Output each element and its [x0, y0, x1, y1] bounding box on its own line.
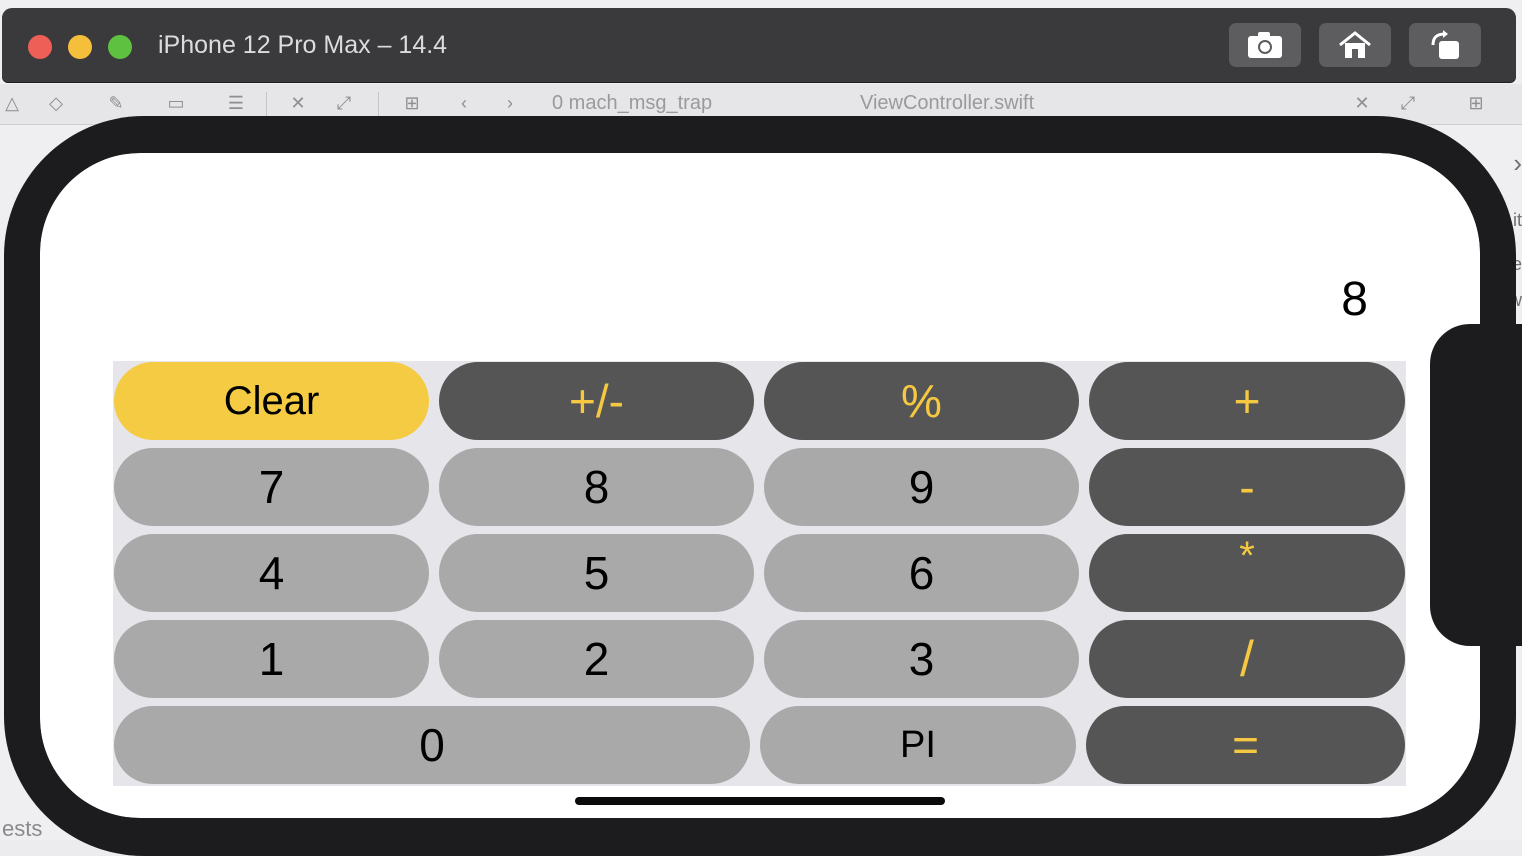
equals-button[interactable]: =	[1086, 706, 1405, 784]
bottom-text: ests	[2, 816, 43, 841]
rotate-button[interactable]	[1409, 23, 1481, 67]
home-icon	[1339, 31, 1371, 58]
sidebar-text: it	[1513, 210, 1522, 230]
rotate-icon	[1431, 30, 1459, 59]
zoom-window-button[interactable]	[108, 35, 132, 59]
close-window-button[interactable]	[28, 35, 52, 59]
digit-7-button[interactable]: 7	[114, 448, 429, 526]
camera-icon	[1248, 32, 1282, 58]
digit-1-button[interactable]: 1	[114, 620, 429, 698]
digit-5-button[interactable]: 5	[439, 534, 754, 612]
grid-icon[interactable]: ⊞	[400, 92, 424, 114]
divide-button[interactable]: /	[1089, 620, 1405, 698]
digit-9-button[interactable]: 9	[764, 448, 1079, 526]
breakpoint-icon[interactable]: ◇	[44, 92, 68, 114]
multiply-button[interactable]: *	[1089, 534, 1405, 612]
digit-4-button[interactable]: 4	[114, 534, 429, 612]
minimize-window-button[interactable]	[68, 35, 92, 59]
digit-0-button[interactable]: 0	[114, 706, 750, 784]
pi-button[interactable]: PI	[760, 706, 1076, 784]
back-chevron-icon[interactable]: ‹	[452, 92, 476, 114]
home-indicator[interactable]	[575, 797, 945, 805]
file-tab[interactable]: ViewController.swift	[860, 92, 1034, 115]
forward-chevron-icon[interactable]: ›	[498, 92, 522, 114]
warning-icon[interactable]: △	[0, 92, 24, 114]
home-button[interactable]	[1319, 23, 1391, 67]
expand-icon-right[interactable]: ⤢	[1396, 92, 1420, 114]
expand-icon[interactable]: ⤢	[332, 92, 356, 114]
spray-icon[interactable]: ✎	[104, 92, 128, 114]
list-icon[interactable]: ☰	[224, 92, 248, 114]
toolbar-divider	[378, 92, 379, 116]
screenshot-button[interactable]	[1229, 23, 1301, 67]
digit-2-button[interactable]: 2	[439, 620, 754, 698]
grid-icon-right[interactable]: ⊞	[1464, 92, 1488, 114]
digit-8-button[interactable]: 8	[439, 448, 754, 526]
plus-button[interactable]: +	[1089, 362, 1405, 440]
stack-tab[interactable]: 0 mach_msg_trap	[552, 92, 712, 115]
window-title: iPhone 12 Pro Max – 14.4	[158, 31, 448, 59]
digit-6-button[interactable]: 6	[764, 534, 1079, 612]
sign-toggle-button[interactable]: +/-	[439, 362, 754, 440]
minus-button[interactable]: -	[1089, 448, 1405, 526]
tag-icon[interactable]: ▭	[164, 92, 188, 114]
close-tab-icon[interactable]: ✕	[286, 92, 310, 114]
percent-button[interactable]: %	[764, 362, 1079, 440]
calculator-display: 8	[1341, 273, 1368, 326]
digit-3-button[interactable]: 3	[764, 620, 1079, 698]
keypad: Clear +/- % + 7 8 9 - 4 5 6 * 1 2 3 / 0 …	[113, 361, 1406, 786]
close-tab-icon-right[interactable]: ✕	[1350, 92, 1374, 114]
toolbar-divider	[266, 92, 267, 116]
chevron-right-icon[interactable]: ›	[1513, 148, 1522, 179]
clear-button[interactable]: Clear	[114, 362, 429, 440]
device-notch	[1430, 324, 1522, 646]
